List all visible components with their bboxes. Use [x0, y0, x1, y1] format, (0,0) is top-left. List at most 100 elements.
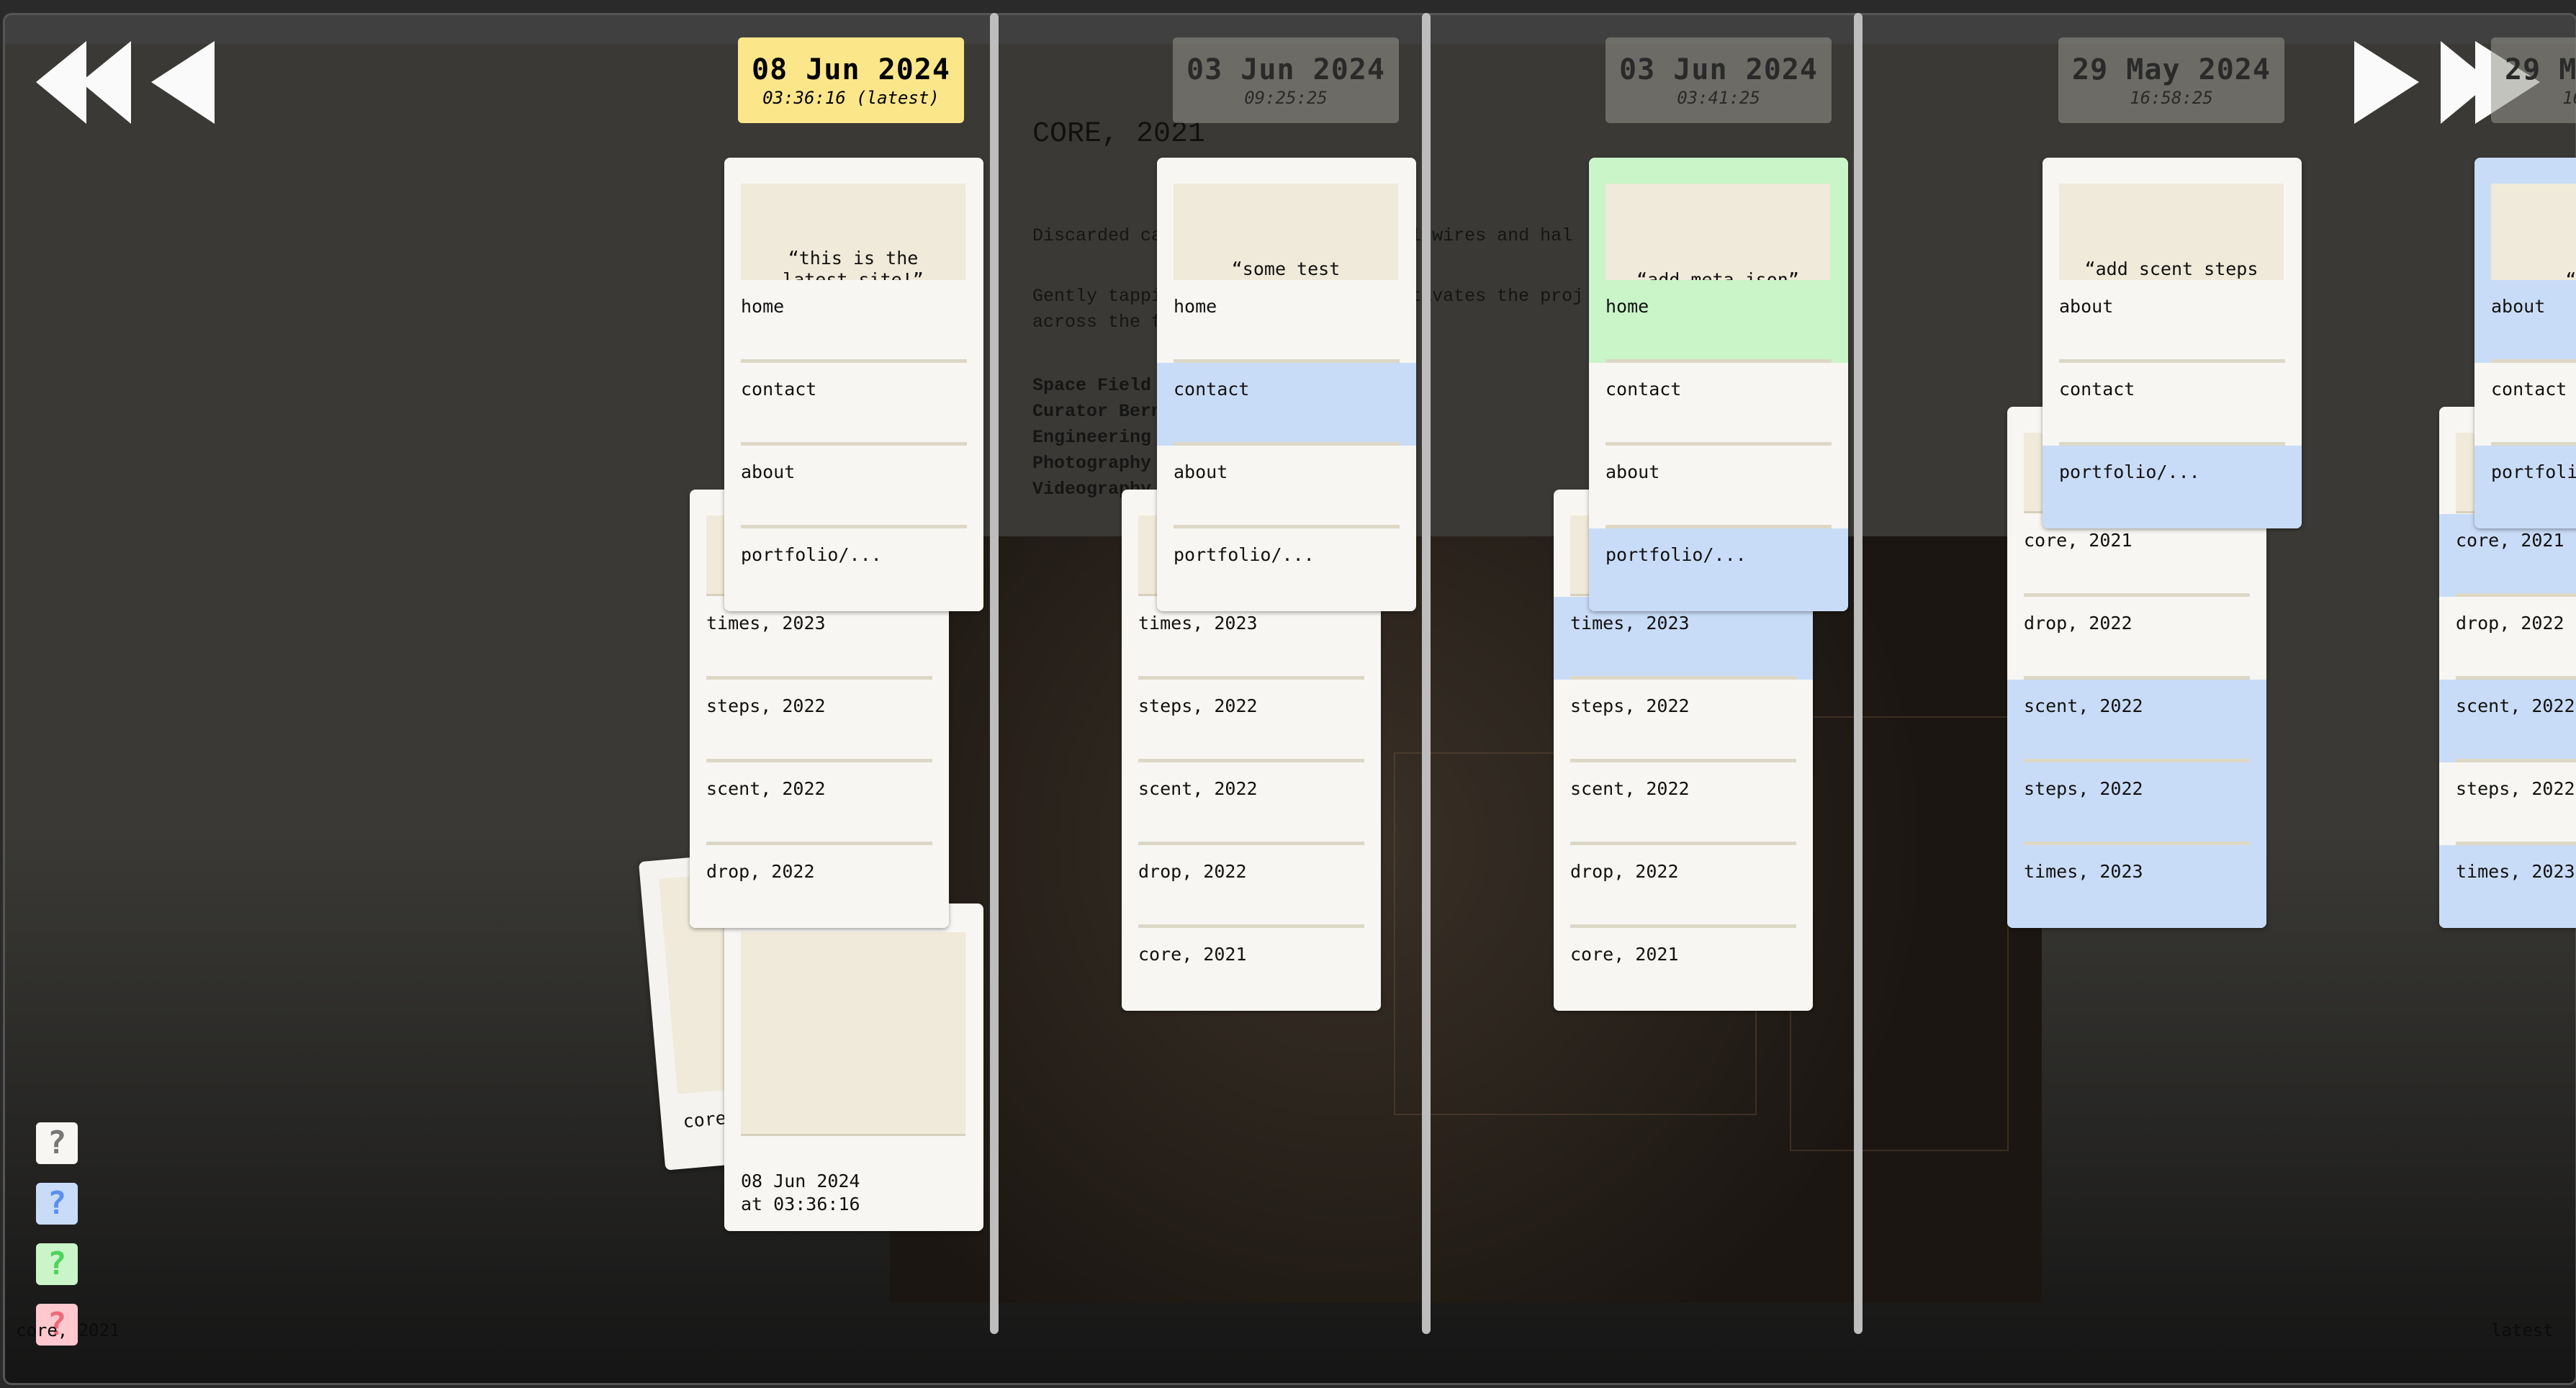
page-row[interactable]: steps, 2022 — [2439, 762, 2576, 845]
snapshot-date-box[interactable]: 08 Jun 2024 03:36:16 (latest) — [738, 37, 964, 123]
page-row[interactable]: contact — [724, 363, 983, 446]
page-row[interactable]: contact — [2043, 363, 2302, 446]
page-row-label: home — [1606, 296, 1649, 317]
credit-line: Engineering — [1032, 427, 1152, 448]
page-row-label: times, 2023 — [2456, 861, 2575, 882]
page-row-label: drop, 2022 — [2024, 613, 2133, 634]
snapshot-time: 03:41:25 — [1677, 88, 1760, 108]
page-row-label: drop, 2022 — [2456, 613, 2564, 634]
snapshot-date: 03 Jun 2024 — [1186, 53, 1385, 86]
page-row[interactable]: about — [2043, 280, 2302, 363]
stack-time: at 03:36:16 — [741, 1194, 860, 1214]
snapshot-date-box[interactable]: 29 May 202416:58:25 — [2058, 37, 2284, 123]
page-row-label: about — [1174, 461, 1228, 482]
column-divider[interactable] — [990, 13, 999, 1334]
page-row[interactable]: core, 2021 — [1122, 928, 1381, 1011]
page-row-label: home — [1174, 296, 1217, 317]
stack-date: 08 Jun 2024 — [741, 1171, 860, 1191]
page-thumbnail — [741, 932, 965, 1136]
first-button[interactable] — [36, 41, 137, 124]
footer-left-label: core, 2021 — [16, 1320, 120, 1340]
page-row-label: about — [2491, 296, 2546, 317]
page-row-label: scent, 2022 — [1570, 778, 1690, 799]
page-row[interactable]: steps, 2022 — [1122, 680, 1381, 762]
page-row-label: portfolio/... — [2491, 461, 2576, 482]
page-row[interactable]: home — [1589, 280, 1848, 363]
stack-date-card[interactable]: 08 Jun 2024 at 03:36:16 — [724, 903, 983, 1231]
page-row-label: contact — [741, 379, 817, 400]
page-row[interactable]: contact — [1157, 363, 1416, 446]
help-button[interactable]: ? — [36, 1243, 78, 1285]
page-row[interactable]: portfolio/... — [2474, 446, 2576, 528]
page-row[interactable]: scent, 2022 — [2439, 680, 2576, 762]
page-row[interactable]: scent, 2022 — [1122, 762, 1381, 845]
chevron-right-icon — [2354, 41, 2419, 124]
page-row[interactable]: times, 2023 — [2439, 845, 2576, 928]
page-row-label: about — [2059, 296, 2114, 317]
page-row-label: scent, 2022 — [2024, 695, 2143, 716]
page-row[interactable]: about — [724, 446, 983, 528]
page-row-label: drop, 2022 — [1570, 861, 1679, 882]
credit-line: Space Field — [1032, 375, 1152, 396]
snapshot-time: 03:36:16 (latest) — [762, 88, 940, 108]
page-row[interactable]: scent, 2022 — [1554, 762, 1813, 845]
next-button[interactable] — [2354, 41, 2420, 124]
page-row-label: steps, 2022 — [1138, 695, 1258, 716]
page-row[interactable]: portfolio/... — [724, 528, 983, 611]
snapshot-date: 03 Jun 2024 — [1619, 53, 1818, 86]
snapshot-date-box[interactable]: 29 May 202416:58:25 — [2491, 37, 2576, 123]
commit-card[interactable]: “add scent steps and times page”Bao Anh … — [2043, 158, 2302, 528]
help-button[interactable]: ? — [36, 1183, 78, 1225]
page-row[interactable]: drop, 2022 — [690, 845, 949, 928]
page-row[interactable]: drop, 2022 — [2439, 597, 2576, 680]
page-row-label: contact — [1606, 379, 1682, 400]
page-row[interactable]: about — [1157, 446, 1416, 528]
snapshot-date: 29 May 2024 — [2505, 53, 2576, 86]
page-row[interactable]: steps, 2022 — [690, 680, 949, 762]
page-row-label: about — [1606, 461, 1660, 482]
commit-card[interactable]: “changeBao Anh Buiaboutcontactportfolio/… — [2474, 158, 2576, 528]
page-row[interactable]: steps, 2022 — [1554, 680, 1813, 762]
column-divider[interactable] — [1422, 13, 1431, 1334]
page-row[interactable]: times, 2023 — [2007, 845, 2266, 928]
page-row[interactable]: scent, 2022 — [2007, 680, 2266, 762]
page-row[interactable]: home — [1157, 280, 1416, 363]
page-row-label: scent, 2022 — [1138, 778, 1258, 799]
help-button[interactable]: ? — [36, 1122, 78, 1164]
page-row[interactable]: steps, 2022 — [2007, 762, 2266, 845]
page-row-label: contact — [1174, 379, 1250, 400]
snapshot-date-box[interactable]: 03 Jun 2024 09:25:25 — [1173, 37, 1399, 123]
snapshot-time: 16:58:25 — [2130, 88, 2213, 108]
page-row-label: times, 2023 — [706, 613, 826, 634]
column-divider[interactable] — [1854, 13, 1863, 1334]
credit-line: Photography — [1032, 453, 1152, 474]
commit-card[interactable]: “this is the latest site!”Victoria Herte… — [724, 158, 983, 611]
page-row[interactable]: core, 2021 — [1554, 928, 1813, 1011]
double-chevron-left-icon — [36, 41, 131, 124]
page-row[interactable]: about — [1589, 446, 1848, 528]
page-row[interactable]: scent, 2022 — [690, 762, 949, 845]
page-row-label: scent, 2022 — [706, 778, 826, 799]
body-text-line: across the f — [1032, 312, 1163, 333]
page-row-label: steps, 2022 — [2024, 778, 2143, 799]
snapshot-date-box[interactable]: 03 Jun 2024 03:41:25 — [1606, 37, 1832, 123]
page-row[interactable]: contact — [1589, 363, 1848, 446]
page-row-label: scent, 2022 — [2456, 695, 2575, 716]
commit-card[interactable]: “add meta.json”Bao Anh Buihomecontactabo… — [1589, 158, 1848, 611]
page-row[interactable]: drop, 2022 — [1122, 845, 1381, 928]
page-row[interactable]: portfolio/... — [1589, 528, 1848, 611]
help-icon: ? — [47, 1185, 67, 1222]
page-row[interactable]: contact — [2474, 363, 2576, 446]
footer-right-label: latest — [2491, 1320, 2554, 1340]
page-row[interactable]: drop, 2022 — [1554, 845, 1813, 928]
commit-card[interactable]: “some test changes”Bao Anh Buihomecontac… — [1157, 158, 1416, 611]
page-row-label: core, 2021 — [2456, 530, 2564, 551]
page-row[interactable]: portfolio/... — [2043, 446, 2302, 528]
page-row[interactable]: portfolio/... — [1157, 528, 1416, 611]
page-row[interactable]: home — [724, 280, 983, 363]
page-row[interactable]: about — [2474, 280, 2576, 363]
page-row[interactable]: drop, 2022 — [2007, 597, 2266, 680]
page-row-label: contact — [2491, 379, 2567, 400]
page-row-label: core, 2021 — [1570, 944, 1679, 965]
prev-button[interactable] — [151, 41, 216, 124]
